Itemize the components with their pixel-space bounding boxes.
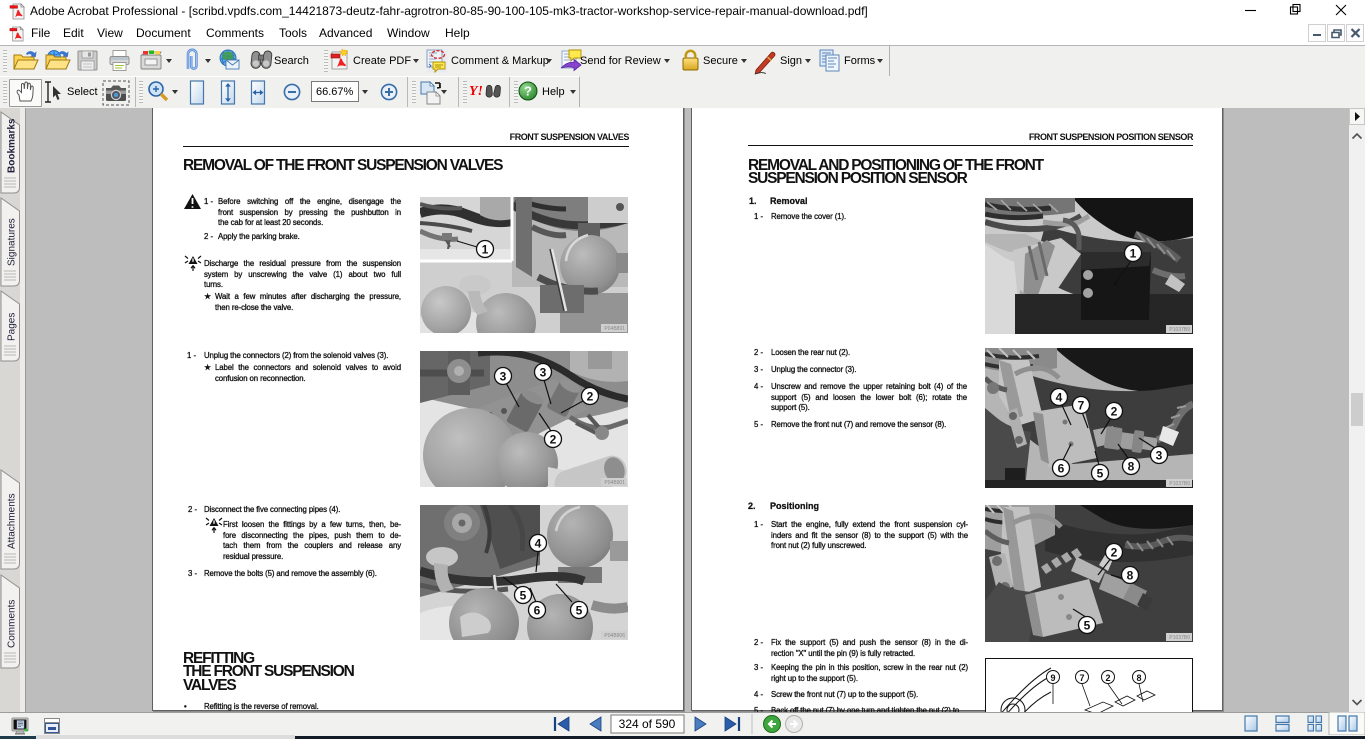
svg-text:2: 2 xyxy=(1111,546,1118,560)
svg-text:1: 1 xyxy=(1130,247,1137,261)
svg-text:P04B891: P04B891 xyxy=(604,326,625,332)
svg-text:P04B906: P04B906 xyxy=(604,633,625,639)
svg-text:?: ? xyxy=(524,84,532,99)
svg-text:Pages: Pages xyxy=(7,313,18,341)
svg-text:9: 9 xyxy=(1050,673,1055,683)
svg-text:2: 2 xyxy=(587,390,594,404)
svg-text:5: 5 xyxy=(576,604,583,618)
svg-text:8: 8 xyxy=(1127,569,1134,583)
svg-text:5: 5 xyxy=(1097,467,1104,481)
svg-text:Comments: Comments xyxy=(7,600,18,648)
svg-text:P04B901: P04B901 xyxy=(604,480,625,486)
svg-text:3: 3 xyxy=(540,366,547,380)
svg-text:2: 2 xyxy=(1105,673,1110,683)
svg-text:5: 5 xyxy=(1084,619,1091,633)
svg-text:5: 5 xyxy=(520,589,527,603)
svg-text:2: 2 xyxy=(1111,405,1118,419)
svg-text:P1037B0: P1037B0 xyxy=(1169,481,1190,487)
svg-text:3: 3 xyxy=(500,370,507,384)
svg-text:P1037B0: P1037B0 xyxy=(1169,635,1190,641)
svg-text:1: 1 xyxy=(482,243,489,257)
svg-text:Signatures: Signatures xyxy=(7,218,18,266)
svg-text:2: 2 xyxy=(550,433,557,447)
svg-text:7: 7 xyxy=(1078,399,1085,413)
svg-text:8: 8 xyxy=(1128,460,1135,474)
svg-text:4: 4 xyxy=(535,537,542,551)
svg-text:7: 7 xyxy=(1079,673,1084,683)
svg-text:3: 3 xyxy=(1156,449,1163,463)
svg-text:8: 8 xyxy=(1136,673,1141,683)
svg-text:324 of 590: 324 of 590 xyxy=(619,717,676,731)
svg-text:P1037B9: P1037B9 xyxy=(1169,327,1190,333)
svg-text:6: 6 xyxy=(1058,462,1065,476)
svg-text:4: 4 xyxy=(1056,391,1063,405)
svg-text:6: 6 xyxy=(534,604,541,618)
svg-text:Attachments: Attachments xyxy=(7,493,18,549)
svg-text:Bookmarks: Bookmarks xyxy=(7,118,18,173)
